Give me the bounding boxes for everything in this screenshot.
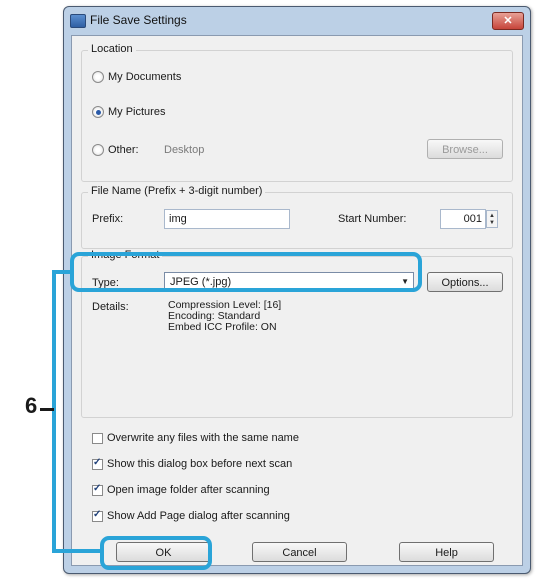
- close-button[interactable]: ✕: [492, 12, 524, 30]
- radio-other-indicator[interactable]: [92, 144, 104, 156]
- radio-my-pictures-indicator[interactable]: [92, 106, 104, 118]
- show-add-page-checkbox[interactable]: [92, 509, 103, 522]
- other-path: Desktop: [164, 144, 205, 156]
- leader-line-vertical: [52, 270, 56, 553]
- show-dialog-checkbox-label: Show this dialog box before next scan: [107, 458, 293, 470]
- file-name-group-title: File Name (Prefix + 3-digit number): [88, 185, 266, 197]
- show-dialog-checkbox-row[interactable]: Show this dialog box before next scan: [92, 457, 293, 470]
- location-group-title: Location: [88, 43, 136, 55]
- location-group: Location My Documents My Pictures Other:…: [81, 43, 513, 182]
- radio-my-documents[interactable]: My Documents: [92, 71, 181, 83]
- spin-up-icon[interactable]: ▲: [489, 213, 495, 219]
- radio-my-pictures[interactable]: My Pictures: [92, 106, 165, 118]
- start-number-spinner[interactable]: ▲ ▼: [486, 210, 498, 228]
- browse-button[interactable]: Browse...: [427, 139, 503, 159]
- radio-my-documents-indicator[interactable]: [92, 71, 104, 83]
- app-icon: [70, 14, 86, 28]
- step-number: 6: [25, 393, 38, 418]
- help-button[interactable]: Help: [399, 542, 494, 562]
- window-title: File Save Settings: [90, 13, 187, 27]
- show-dialog-checkbox[interactable]: [92, 457, 103, 470]
- show-add-page-checkbox-label: Show Add Page dialog after scanning: [107, 510, 290, 522]
- cancel-button[interactable]: Cancel: [252, 542, 347, 562]
- file-name-group: File Name (Prefix + 3-digit number) Pref…: [81, 185, 513, 249]
- prefix-input[interactable]: img: [164, 209, 290, 229]
- radio-my-documents-label: My Documents: [108, 71, 182, 83]
- open-folder-checkbox-label: Open image folder after scanning: [107, 484, 270, 496]
- overwrite-checkbox-row[interactable]: Overwrite any files with the same name: [92, 432, 299, 444]
- dialog-body: Location My Documents My Pictures Other:…: [71, 35, 523, 566]
- spin-down-icon[interactable]: ▼: [489, 220, 495, 226]
- details-label: Details:: [92, 301, 129, 313]
- start-number-input[interactable]: 001: [440, 209, 486, 229]
- prefix-label: Prefix:: [92, 213, 124, 225]
- overwrite-checkbox[interactable]: [92, 432, 103, 444]
- open-folder-checkbox[interactable]: [92, 483, 103, 496]
- type-highlight-callout: [70, 252, 422, 292]
- leader-line-bottom: [52, 549, 102, 553]
- open-folder-checkbox-row[interactable]: Open image folder after scanning: [92, 483, 270, 496]
- radio-other-label: Other:: [108, 144, 139, 156]
- radio-other[interactable]: Other:: [92, 144, 139, 156]
- step-tick: [40, 408, 54, 411]
- title-bar[interactable]: File Save Settings ✕: [64, 7, 530, 33]
- ok-highlight-callout: [100, 536, 212, 570]
- options-button[interactable]: Options...: [427, 272, 503, 292]
- show-add-page-checkbox-row[interactable]: Show Add Page dialog after scanning: [92, 509, 290, 522]
- start-number-label: Start Number:: [338, 213, 407, 225]
- radio-my-pictures-label: My Pictures: [108, 106, 166, 118]
- details-line-3: Embed ICC Profile: ON: [168, 321, 277, 333]
- overwrite-checkbox-label: Overwrite any files with the same name: [107, 432, 299, 444]
